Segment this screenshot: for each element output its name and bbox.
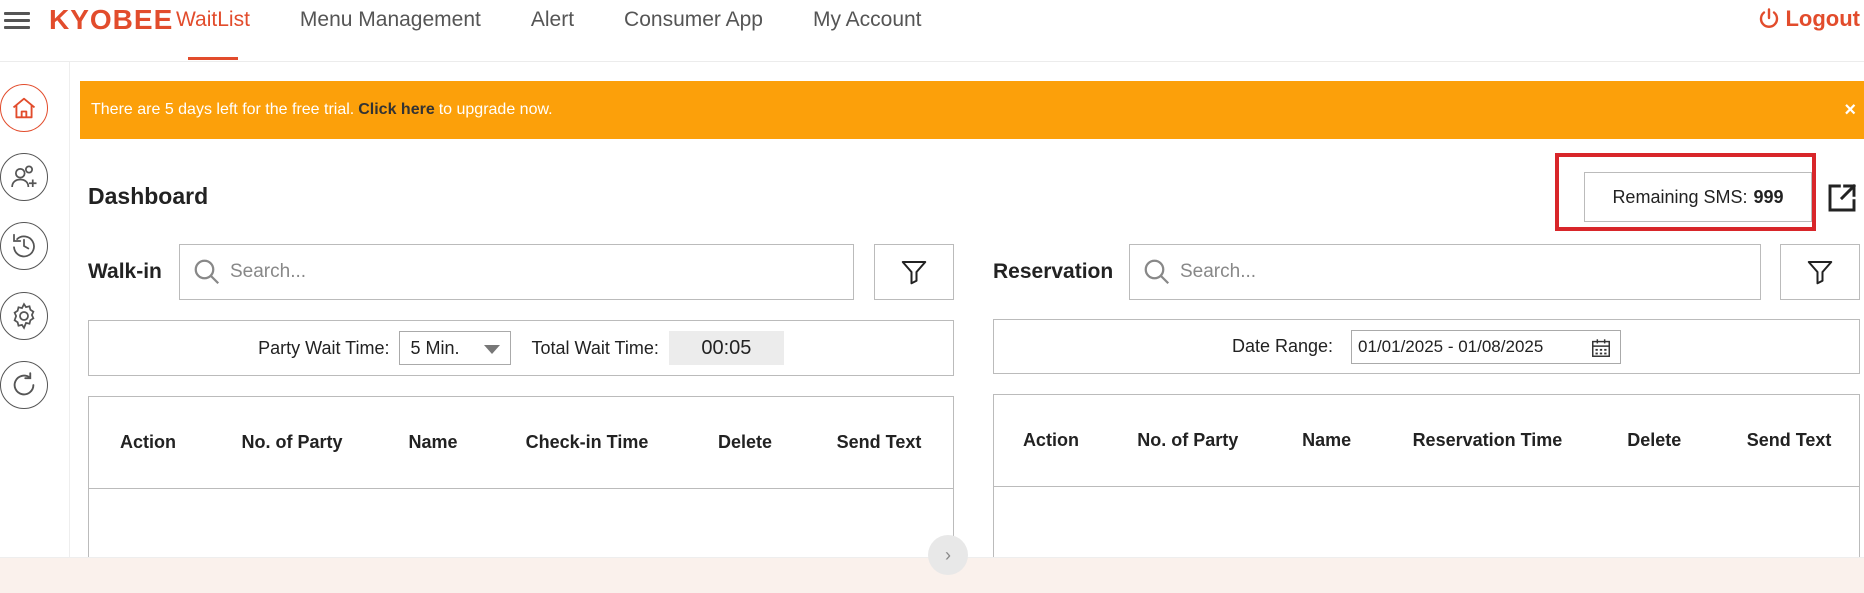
upgrade-link[interactable]: Click here [358, 101, 434, 119]
column-header[interactable]: Action [89, 432, 207, 453]
top-bar: KYOBEE WaitList Menu Management Alert Co… [0, 0, 1864, 62]
reservation-search [1129, 244, 1761, 300]
sms-label: Remaining SMS: [1612, 186, 1748, 207]
banner-text: There are 5 days left for the free trial… [91, 101, 355, 118]
remaining-sms-box: Remaining SMS: 999 [1584, 172, 1812, 222]
trial-banner: There are 5 days left for the free trial… [80, 81, 1864, 139]
sidebar-history-button[interactable] [0, 222, 48, 270]
column-header[interactable]: Send Text [805, 432, 953, 453]
brand-logo[interactable]: KYOBEE [49, 4, 173, 36]
date-range-input[interactable]: 01/01/2025 - 01/08/2025 [1351, 329, 1622, 364]
column-header[interactable]: No. of Party [207, 432, 377, 453]
column-header[interactable]: Send Text [1719, 430, 1859, 451]
nav-consumer-app[interactable]: Consumer App [624, 0, 763, 62]
sms-count: 999 [1753, 186, 1784, 207]
party-wait-value: 5 Min. [410, 337, 460, 358]
page-title: Dashboard [88, 183, 209, 209]
walkin-label: Walk-in [88, 260, 162, 283]
walkin-search-input[interactable] [230, 261, 759, 283]
search-icon [194, 259, 220, 285]
column-header[interactable]: Check-in Time [489, 432, 685, 453]
chevron-down-icon [484, 345, 501, 354]
nav-waitlist[interactable]: WaitList [176, 0, 250, 62]
total-wait-label: Total Wait Time: [531, 337, 659, 358]
total-wait-value: 00:05 [668, 331, 784, 365]
nav-my-account[interactable]: My Account [813, 0, 922, 62]
column-header[interactable]: Name [377, 432, 489, 453]
nav-menu-management[interactable]: Menu Management [300, 0, 481, 62]
nav-alert[interactable]: Alert [531, 0, 574, 62]
walkin-filter-button[interactable] [874, 244, 954, 300]
banner-text-after: to upgrade now. [438, 101, 553, 118]
reservation-table: Action No. of Party Name Reservation Tim… [993, 394, 1860, 557]
reservation-table-header: Action No. of Party Name Reservation Tim… [994, 395, 1859, 487]
walkin-search [179, 244, 854, 300]
search-icon [1144, 259, 1170, 285]
column-header[interactable]: Reservation Time [1386, 430, 1590, 451]
reservation-options: Date Range: 01/01/2025 - 01/08/2025 [993, 319, 1860, 374]
party-wait-label: Party Wait Time: [258, 337, 390, 358]
logout-label: Logout [1785, 6, 1860, 31]
column-header[interactable]: Name [1268, 430, 1386, 451]
refresh-icon [13, 372, 35, 396]
main-nav: WaitList Menu Management Alert Consumer … [176, 0, 972, 62]
home-icon [12, 97, 36, 119]
sidebar-refresh-button[interactable] [0, 361, 48, 409]
add-user-icon [11, 165, 37, 188]
column-header[interactable]: No. of Party [1108, 430, 1268, 451]
close-icon[interactable]: × [1844, 99, 1856, 122]
sidebar-settings-button[interactable] [0, 292, 48, 340]
sidebar-add-user-button[interactable] [0, 153, 48, 201]
date-range-value: 01/01/2025 - 01/08/2025 [1358, 336, 1544, 356]
date-range-label: Date Range: [1231, 336, 1334, 356]
sidebar-home-button[interactable] [0, 84, 48, 132]
filter-icon [901, 261, 927, 285]
power-icon [1760, 8, 1779, 28]
reservation-search-input[interactable] [1180, 261, 1675, 283]
walkin-table: Action No. of Party Name Check-in Time D… [88, 396, 954, 557]
calendar-icon[interactable] [1590, 337, 1612, 359]
walkin-table-header: Action No. of Party Name Check-in Time D… [89, 397, 953, 489]
chevron-right-icon[interactable]: › [928, 535, 968, 575]
party-wait-select[interactable]: 5 Min. [399, 331, 512, 365]
column-header[interactable]: Delete [685, 432, 805, 453]
walkin-options: Party Wait Time: 5 Min. Total Wait Time:… [88, 320, 954, 376]
reservation-filter-button[interactable] [1780, 244, 1860, 300]
reservation-label: Reservation [993, 260, 1114, 283]
filter-icon [1807, 261, 1833, 285]
column-header[interactable]: Action [994, 430, 1108, 451]
column-header[interactable]: Delete [1589, 430, 1719, 451]
external-link-icon[interactable] [1826, 182, 1858, 214]
sidebar [0, 62, 70, 562]
settings-icon [13, 302, 35, 330]
history-icon [13, 233, 35, 258]
logout-button[interactable]: Logout [1757, 6, 1860, 32]
hamburger-menu-icon[interactable] [4, 8, 30, 30]
